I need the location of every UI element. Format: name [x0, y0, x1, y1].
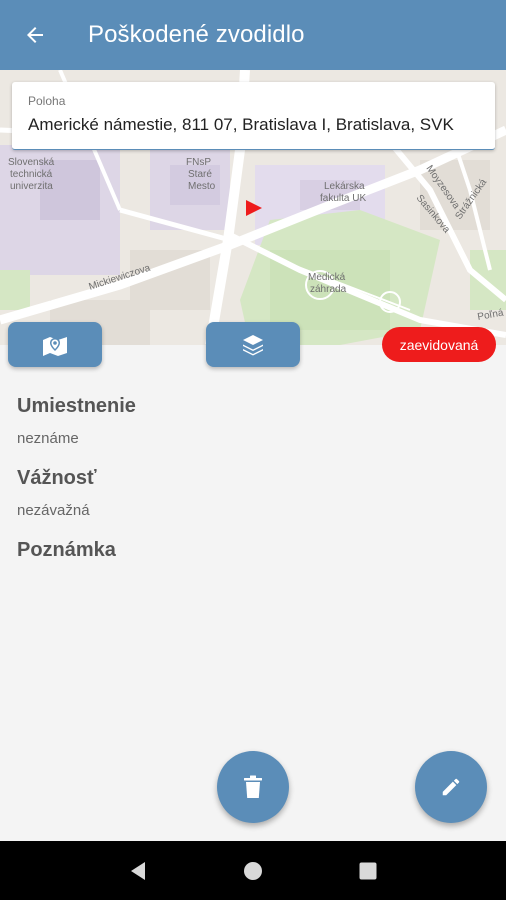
nav-recents-icon — [359, 862, 377, 879]
trash-icon — [244, 775, 262, 798]
map-view-button[interactable] — [8, 322, 102, 367]
map-label-zahrada-1: Medická — [308, 272, 346, 283]
location-label: Poloha — [28, 94, 66, 108]
severity-value: nezávažná — [17, 502, 90, 519]
nav-home-icon — [243, 861, 262, 880]
map-label-stu-1: Slovenská — [8, 157, 55, 168]
note-title: Poznámka — [17, 539, 116, 561]
nav-recents-button[interactable] — [348, 851, 388, 891]
map-label-lekarska-1: Lekárska — [324, 181, 365, 192]
nav-back-button[interactable] — [118, 851, 158, 891]
location-value: Americké námestie, 811 07, Bratislava I,… — [28, 115, 454, 134]
back-button[interactable] — [0, 0, 70, 70]
layers-icon — [243, 334, 263, 355]
map-label-lekarska-2: fakulta UK — [320, 193, 366, 204]
map-marker-icon — [43, 336, 67, 356]
placement-field: Umiestnenie neznáme — [17, 395, 136, 447]
status-badge: zaevidovaná — [382, 327, 496, 362]
location-field[interactable]: Poloha Americké námestie, 811 07, Bratis… — [12, 82, 495, 150]
map-label-fnp-1: FNsP — [186, 157, 211, 168]
map-label-fnp-3: Mesto — [188, 181, 216, 192]
severity-field: Vážnosť nezávažná — [17, 467, 136, 519]
placement-title: Umiestnenie — [17, 395, 136, 417]
app-bar: Poškodené zvodidlo — [0, 0, 506, 70]
placement-value: neznáme — [17, 430, 79, 447]
system-navigation-bar — [0, 841, 506, 900]
nav-home-button[interactable] — [233, 851, 273, 891]
note-field: Poznámka — [17, 539, 136, 562]
map-label-fnp-2: Staré — [188, 169, 212, 180]
map-label-stu-3: univerzita — [10, 181, 53, 192]
delete-button[interactable] — [217, 751, 289, 823]
arrow-left-icon — [27, 27, 43, 43]
nav-back-icon — [130, 861, 145, 880]
page-title: Poškodené zvodidlo — [88, 21, 305, 48]
map-label-stu-2: technická — [10, 169, 53, 180]
edit-button[interactable] — [415, 751, 487, 823]
pencil-icon — [442, 778, 460, 796]
layers-button[interactable] — [206, 322, 300, 367]
map-label-zahrada-2: záhrada — [310, 284, 347, 295]
details-section: Umiestnenie neznáme Vážnosť nezávažná Po… — [17, 395, 136, 582]
severity-title: Vážnosť — [17, 467, 97, 489]
